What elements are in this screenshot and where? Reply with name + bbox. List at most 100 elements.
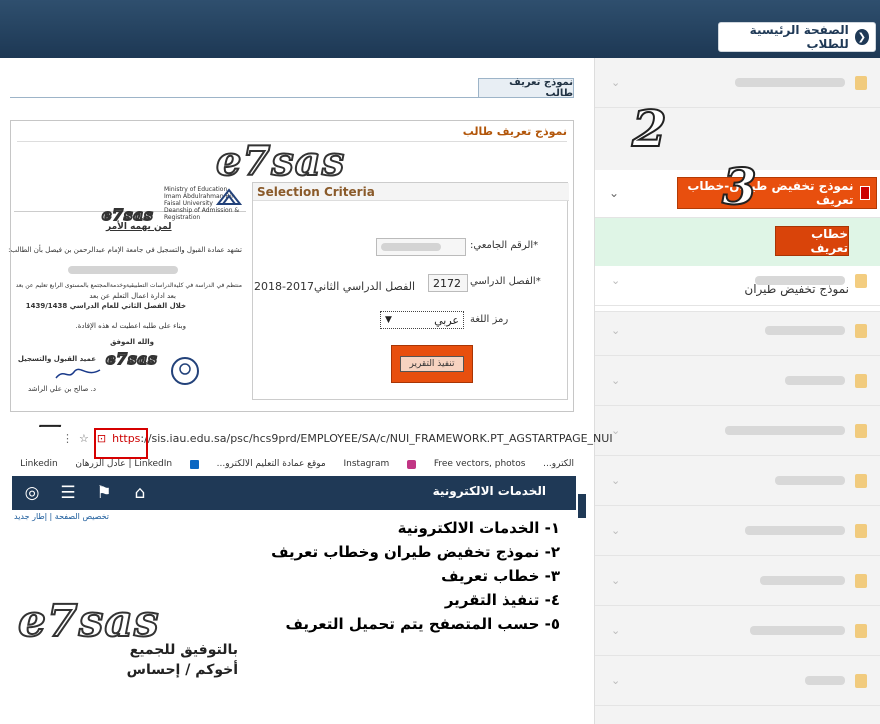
bookmark-item[interactable]: Linkedin bbox=[20, 459, 58, 469]
university-logo-icon bbox=[216, 188, 242, 205]
instruction-item: ٣- خطاب تعريف bbox=[441, 567, 560, 585]
new-window-link[interactable]: إطار جديد bbox=[14, 512, 47, 521]
chevron-down-icon: ⌄ bbox=[611, 674, 621, 687]
signature-icon bbox=[55, 368, 101, 379]
tab-student-definition[interactable]: نموذج تعريف طالب bbox=[478, 77, 574, 99]
blurred-label bbox=[735, 78, 845, 87]
compass-icon[interactable]: ◎ bbox=[18, 481, 46, 505]
linkedin-icon bbox=[189, 459, 199, 469]
chevron-down-icon[interactable]: ⌄ bbox=[609, 186, 619, 200]
letter-line: بعد ادارة اعمال التعلم عن بعد bbox=[89, 292, 176, 300]
folder-icon bbox=[855, 323, 867, 338]
tab-underline bbox=[10, 97, 574, 98]
bookmark-item[interactable]: الكترو... bbox=[543, 459, 574, 469]
watermark: e7sas bbox=[215, 137, 346, 186]
menu-dots-icon[interactable]: ⋮ bbox=[62, 432, 73, 445]
student-id-field[interactable] bbox=[376, 238, 466, 256]
signer-name: د. صالح بن علي الراشد bbox=[27, 385, 96, 393]
deanship-text: Deanship of Admission & Registration bbox=[164, 207, 240, 221]
instruction-item: ٥- حسب المتصفح يتم تحميل التعريف bbox=[285, 615, 560, 633]
instruction-item: ٤- تنفيذ التقرير bbox=[444, 591, 560, 609]
hamburger-menu-icon[interactable]: ☰ bbox=[54, 481, 82, 505]
student-id-label: *الرقم الجامعي: bbox=[470, 240, 539, 251]
blurred-label bbox=[745, 526, 845, 535]
semester-description: الفصل الدراسي الثاني2017-2018 bbox=[254, 280, 416, 293]
chevron-down-icon: ⌄ bbox=[611, 624, 621, 637]
sidebar-item[interactable]: ⌄ bbox=[595, 406, 880, 456]
bookmark-item[interactable]: Free vectors, photos bbox=[434, 459, 526, 469]
student-home-label: الصفحة الرئيسية للطلاب bbox=[749, 23, 849, 51]
folder-icon bbox=[855, 373, 867, 388]
folder-icon bbox=[855, 75, 867, 90]
home-icon[interactable]: ⌂ bbox=[126, 481, 154, 505]
eservices-title: الخدمات الالكترونية bbox=[432, 484, 546, 498]
chevron-down-icon: ⌄ bbox=[611, 324, 621, 337]
instructions-list: ١- الخدمات الالكترونية ٢- نموذج تخفيض طي… bbox=[270, 516, 560, 636]
browser-toolbar: ⋮ ☆ ⊡ https ://sis.iau.edu.sa/psc/hcs9pr… bbox=[10, 427, 613, 475]
definition-letter-label[interactable]: خطاب تعريف bbox=[775, 226, 849, 256]
instruction-item: ٢- نموذج تخفيض طيران وخطاب تعريف bbox=[271, 543, 560, 561]
letter-line: منتظم في الدراسة في كليةالدراسات التطبيق… bbox=[15, 282, 242, 289]
chevron-down-icon: ⌄ bbox=[611, 76, 621, 89]
sidebar-item[interactable]: ⌄ bbox=[595, 306, 880, 356]
language-value: عربي bbox=[434, 313, 459, 327]
student-home-button[interactable]: ❮ الصفحة الرئيسية للطلاب bbox=[718, 22, 876, 52]
book-icon bbox=[859, 186, 870, 200]
semester-field[interactable]: 2172 bbox=[428, 274, 468, 292]
letter-line: خلال الفصل الثاني للعام الدراسي 1439/143… bbox=[25, 302, 186, 310]
execute-report-button[interactable]: تنفيذ التقرير bbox=[391, 345, 473, 383]
customize-page-link[interactable]: تخصيص الصفحة bbox=[55, 512, 109, 521]
execute-report-label: تنفيذ التقرير bbox=[400, 356, 464, 372]
blurred-label bbox=[785, 376, 845, 385]
sidebar-item[interactable]: ⌄ bbox=[595, 556, 880, 606]
sidebar-item[interactable]: ⌄ bbox=[595, 606, 880, 656]
language-label: رمز اللغة bbox=[470, 314, 509, 325]
sidebar-item[interactable]: ⌄ bbox=[595, 456, 880, 506]
sidebar-item[interactable]: ⌄ bbox=[595, 506, 880, 556]
chevron-down-icon: ⌄ bbox=[611, 374, 621, 387]
folder-icon bbox=[855, 473, 867, 488]
closing-line: أخوكم / إحساس bbox=[126, 662, 238, 678]
blurred-label bbox=[805, 676, 845, 685]
official-stamp-icon bbox=[171, 357, 199, 385]
blurred-label bbox=[725, 426, 845, 435]
folder-icon bbox=[855, 673, 867, 688]
url-rest: ://sis.iau.edu.sa/psc/hcs9prd/EMPLOYEE/S… bbox=[140, 431, 613, 445]
flight-discount-category[interactable]: نموذج تخفيض طيران-خطاب تعريف bbox=[677, 177, 877, 209]
chevron-down-icon: ⌄ bbox=[611, 524, 621, 537]
letter-line: وبناء على طلبه اعطيت له هذه الإفادة. bbox=[75, 322, 187, 330]
folder-icon bbox=[855, 573, 867, 588]
semester-label: *الفصل الدراسي bbox=[470, 276, 541, 287]
eservices-navbar: ◎ ☰ ⚑ ⌂ الخدمات الالكترونية bbox=[12, 476, 586, 518]
language-select[interactable]: ▼ عربي bbox=[380, 311, 464, 329]
blurred-label bbox=[755, 276, 845, 285]
bookmark-item[interactable]: LinkedIn | عادل الزرهان bbox=[75, 459, 172, 469]
closing-message: بالتوفيق للجميع أخوكم / إحساس bbox=[118, 640, 238, 680]
annotation-number-2: 2 bbox=[631, 99, 668, 158]
folder-icon bbox=[855, 523, 867, 538]
letter-line: والله الموفق bbox=[110, 338, 154, 346]
signer-title: عميد القبول والتسجيل bbox=[17, 355, 96, 363]
dropdown-arrow-icon: ▼ bbox=[385, 315, 392, 325]
blurred-label bbox=[760, 576, 845, 585]
star-icon[interactable]: ☆ bbox=[79, 432, 89, 445]
instruction-item: ١- الخدمات الالكترونية bbox=[397, 519, 560, 537]
blurred-label bbox=[765, 326, 845, 335]
divider bbox=[578, 494, 586, 518]
sidebar-item[interactable]: ⌄ bbox=[595, 256, 880, 306]
sidebar-item[interactable]: ⌄ bbox=[595, 656, 880, 706]
to-whom-text: لمن يهمه الأمر bbox=[106, 222, 172, 232]
bookmarks-bar: الكترو... Free vectors, photos Instagram… bbox=[10, 453, 578, 475]
flag-icon[interactable]: ⚑ bbox=[90, 481, 118, 505]
sidebar-item[interactable]: ⌄ bbox=[595, 356, 880, 406]
watermark-small: e7sas bbox=[105, 349, 158, 369]
chevron-down-icon: ⌄ bbox=[611, 574, 621, 587]
blurred-student-name bbox=[68, 266, 178, 274]
bookmark-item[interactable]: موقع عمادة التعليم الالكترو... bbox=[217, 459, 326, 469]
blurred-label bbox=[750, 626, 845, 635]
blurred-label bbox=[775, 476, 845, 485]
chevron-down-icon: ⌄ bbox=[611, 474, 621, 487]
letter-line: تشهد عمادة القبول والتسجيل في جامعة الإم… bbox=[8, 246, 242, 254]
selection-criteria-title: Selection Criteria bbox=[253, 183, 569, 201]
bookmark-item[interactable]: Instagram bbox=[344, 459, 390, 469]
